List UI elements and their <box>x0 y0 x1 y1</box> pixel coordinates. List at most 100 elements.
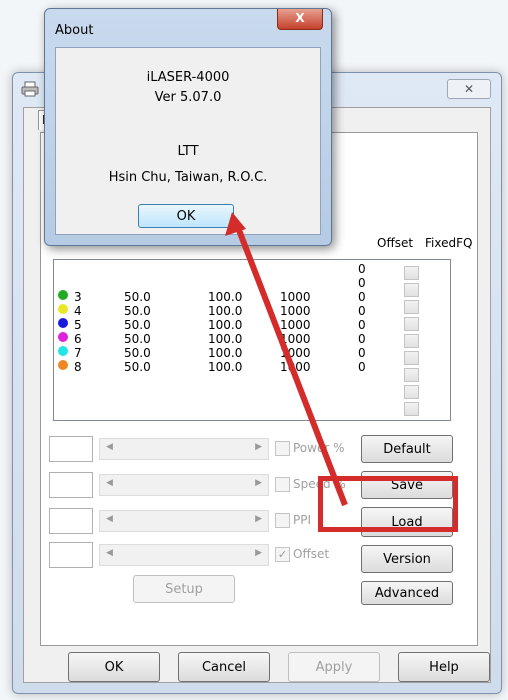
version-text: Ver 5.07.0 <box>154 90 222 105</box>
pen-color-swatch <box>58 290 68 300</box>
slider-right-arrow[interactable]: ▶ <box>255 478 262 488</box>
speed-slider[interactable]: ◀ ▶ <box>99 474 269 496</box>
list-item[interactable]: 0 <box>54 276 384 290</box>
power-cell: 50.0 <box>124 290 151 304</box>
fixedfq-checkbox[interactable] <box>404 402 419 416</box>
slider-right-arrow[interactable]: ▶ <box>255 442 262 452</box>
version-highlight-box <box>318 476 458 532</box>
fixedfq-checkbox[interactable] <box>404 300 419 314</box>
power-cell: 50.0 <box>124 346 151 360</box>
offset-checkbox[interactable]: ✓ <box>275 547 290 562</box>
about-content: iLASER-4000 Ver 5.07.0 LTT Hsin Chu, Tai… <box>55 47 321 235</box>
default-button[interactable]: Default <box>361 435 453 463</box>
slider-right-arrow[interactable]: ▶ <box>255 548 262 558</box>
speed-cell: 100.0 <box>208 290 243 304</box>
ppi-cell: 1000 <box>280 318 311 332</box>
power-cell: 50.0 <box>124 332 151 346</box>
cancel-button[interactable]: Cancel <box>178 652 270 682</box>
fixedfq-checkbox[interactable] <box>404 368 419 382</box>
pen-list[interactable]: 0 0 3 50.0 100.0 1000 0 4 50.0 100.0 100… <box>53 259 451 421</box>
pen-color-swatch <box>58 360 68 370</box>
pen-color-swatch <box>58 332 68 342</box>
fixedfq-checkbox[interactable] <box>404 283 419 297</box>
slider-left-arrow[interactable]: ◀ <box>106 478 113 488</box>
offset-cell: 0 <box>358 332 366 346</box>
speed-cell: 100.0 <box>208 318 243 332</box>
about-dialog: About X iLASER-4000 Ver 5.07.0 LTT Hsin … <box>44 8 332 246</box>
offset-cell: 0 <box>358 304 366 318</box>
ppi-cell: 1000 <box>280 346 311 360</box>
ppi-cell: 1000 <box>280 360 311 374</box>
power-input[interactable] <box>49 436 93 462</box>
ppi-checkbox-label: PPI <box>293 513 312 527</box>
list-item[interactable]: 0 <box>54 262 384 276</box>
pen-index: 7 <box>74 346 82 360</box>
apply-button[interactable]: Apply <box>288 652 380 682</box>
close-button[interactable]: X <box>277 9 323 30</box>
offset-cell: 0 <box>358 290 366 304</box>
ppi-slider[interactable]: ◀ ▶ <box>99 510 269 532</box>
speed-input[interactable] <box>49 472 93 498</box>
printer-icon <box>21 81 39 97</box>
ppi-input[interactable] <box>49 508 93 534</box>
company-location: Hsin Chu, Taiwan, R.O.C. <box>108 170 268 185</box>
slider-left-arrow[interactable]: ◀ <box>106 514 113 524</box>
speed-cell: 100.0 <box>208 332 243 346</box>
about-ok-button[interactable]: OK <box>138 204 234 228</box>
ok-button[interactable]: OK <box>68 652 160 682</box>
help-button[interactable]: Help <box>398 652 490 682</box>
table-row[interactable]: 5 50.0 100.0 1000 0 <box>54 318 384 332</box>
speed-cell: 100.0 <box>208 346 243 360</box>
offset-checkbox-label: Offset <box>293 547 330 561</box>
table-row[interactable]: 6 50.0 100.0 1000 0 <box>54 332 384 346</box>
table-row[interactable]: 7 50.0 100.0 1000 0 <box>54 346 384 360</box>
ppi-cell: 1000 <box>280 290 311 304</box>
pen-color-swatch <box>58 304 68 314</box>
version-button[interactable]: Version <box>361 545 453 573</box>
pen-index: 4 <box>74 304 82 318</box>
pen-index: 5 <box>74 318 82 332</box>
speed-checkbox[interactable] <box>275 477 290 492</box>
speed-cell: 100.0 <box>208 304 243 318</box>
fixedfq-column <box>404 266 419 419</box>
dialog-title: About <box>55 23 94 38</box>
slider-right-arrow[interactable]: ▶ <box>255 514 262 524</box>
pen-color-swatch <box>58 346 68 356</box>
advanced-button[interactable]: Advanced <box>361 581 453 605</box>
fixedfq-checkbox[interactable] <box>404 317 419 331</box>
table-row[interactable]: 8 50.0 100.0 1000 0 <box>54 360 384 374</box>
offset-cell: 0 <box>358 360 366 374</box>
offset-input[interactable] <box>49 542 93 568</box>
table-row[interactable]: 3 50.0 100.0 1000 0 <box>54 290 384 304</box>
pen-index: 8 <box>74 360 82 374</box>
pen-index: 3 <box>74 290 82 304</box>
power-cell: 50.0 <box>124 360 151 374</box>
column-header-offset: Offset <box>377 236 414 250</box>
fixedfq-checkbox[interactable] <box>404 266 419 280</box>
power-cell: 50.0 <box>124 304 151 318</box>
slider-left-arrow[interactable]: ◀ <box>106 548 113 558</box>
power-checkbox-label: Power % <box>293 441 345 455</box>
pen-index: 6 <box>74 332 82 346</box>
power-slider[interactable]: ◀ ▶ <box>99 438 269 460</box>
ppi-checkbox[interactable] <box>275 513 290 528</box>
fixedfq-checkbox[interactable] <box>404 334 419 348</box>
fixedfq-checkbox[interactable] <box>404 351 419 365</box>
setup-button[interactable]: Setup <box>133 575 235 603</box>
slider-left-arrow[interactable]: ◀ <box>106 442 113 452</box>
power-checkbox[interactable] <box>275 441 290 456</box>
close-button[interactable]: ✕ <box>447 79 491 99</box>
fixedfq-checkbox[interactable] <box>404 385 419 399</box>
table-row[interactable]: 4 50.0 100.0 1000 0 <box>54 304 384 318</box>
offset-cell: 0 <box>358 346 366 360</box>
company-name: LTT <box>177 144 199 159</box>
ppi-cell: 1000 <box>280 332 311 346</box>
speed-cell: 100.0 <box>208 360 243 374</box>
power-cell: 50.0 <box>124 318 151 332</box>
pen-color-swatch <box>58 318 68 328</box>
offset-cell: 0 <box>358 276 366 290</box>
offset-cell: 0 <box>358 318 366 332</box>
ppi-cell: 1000 <box>280 304 311 318</box>
column-header-fixedfq: FixedFQ <box>425 236 473 250</box>
offset-slider[interactable]: ◀ ▶ <box>99 544 269 566</box>
